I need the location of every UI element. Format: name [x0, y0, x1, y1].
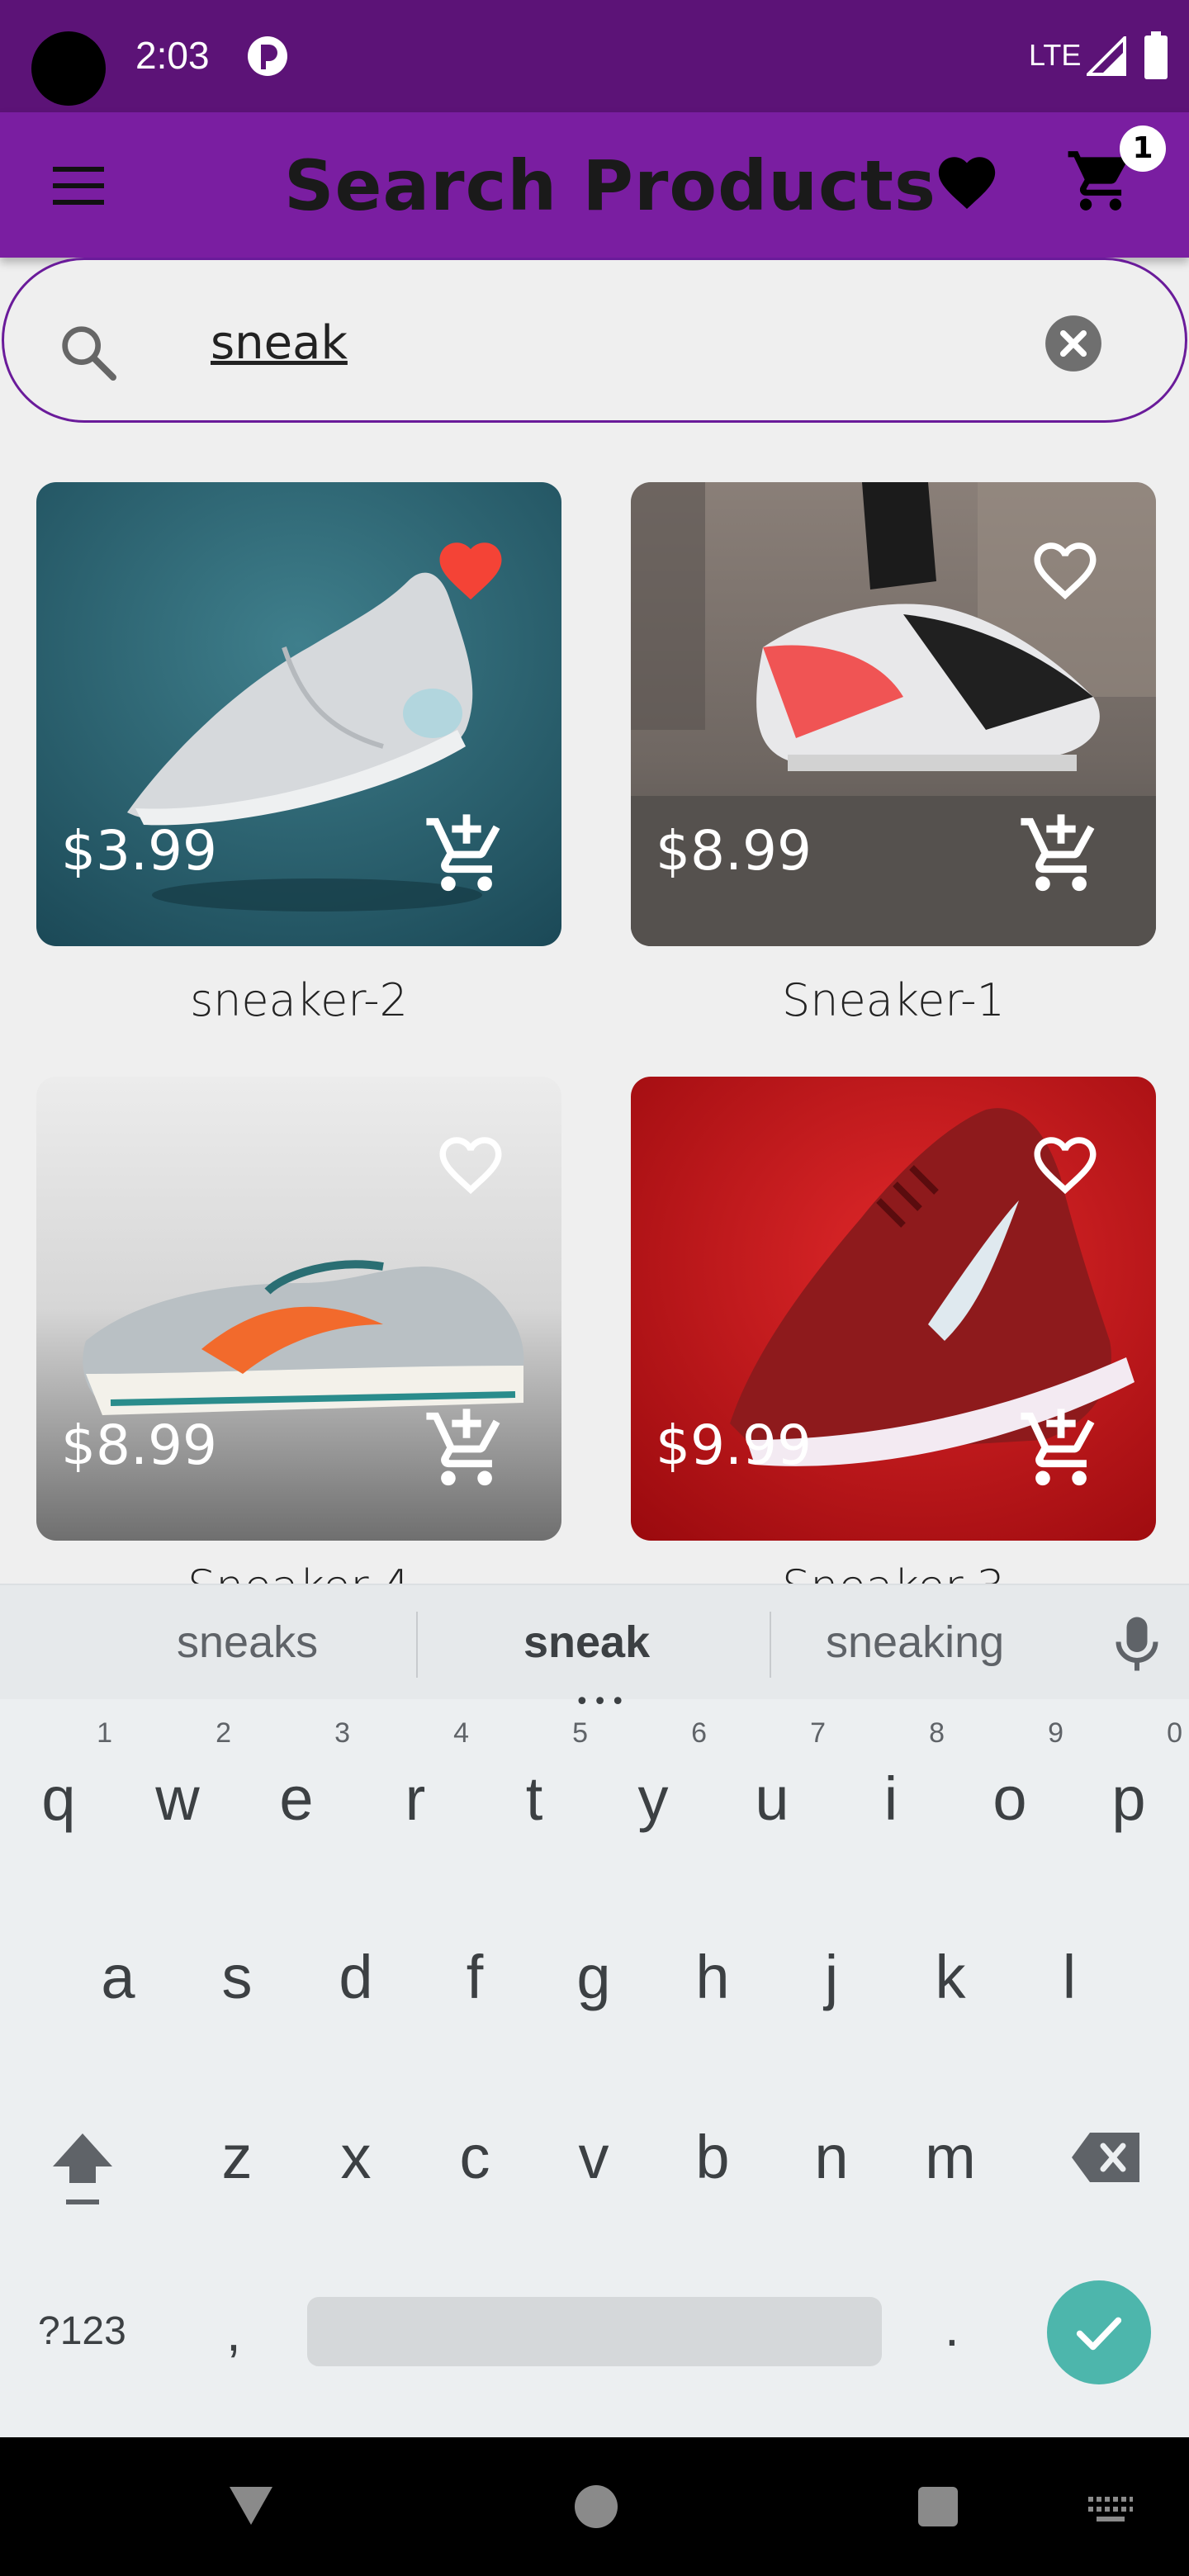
backspace-icon[interactable]: [1070, 2129, 1143, 2186]
key-n[interactable]: n: [786, 2122, 877, 2192]
key-c[interactable]: c: [429, 2122, 520, 2192]
key-o[interactable]: o9: [964, 1717, 1063, 1834]
product-price: $8.99: [656, 819, 812, 883]
key-k[interactable]: k: [905, 1942, 996, 2012]
clear-search-icon[interactable]: [1043, 313, 1104, 374]
add-to-cart-icon[interactable]: [1017, 811, 1105, 898]
add-to-cart-icon[interactable]: [1017, 1405, 1105, 1493]
suggestion-item-primary[interactable]: sneak: [523, 1617, 650, 1668]
key-v[interactable]: v: [548, 2122, 639, 2192]
key-m[interactable]: m: [905, 2122, 996, 2192]
favorite-heart-outline-icon[interactable]: [1026, 533, 1105, 608]
key-y[interactable]: y6: [608, 1717, 708, 1834]
cart-count-badge: 1: [1120, 125, 1166, 172]
navigation-bar: [0, 2437, 1189, 2576]
key-r[interactable]: r4: [370, 1717, 469, 1834]
key-q[interactable]: q1: [13, 1717, 112, 1834]
space-bar[interactable]: [307, 2297, 882, 2366]
favorite-heart-icon[interactable]: [431, 533, 510, 608]
product-price: $9.99: [656, 1413, 812, 1477]
period-key[interactable]: .: [945, 2297, 959, 2358]
key-g[interactable]: g: [548, 1942, 639, 2012]
product-price: $3.99: [61, 819, 217, 883]
product-name[interactable]: sneaker-2: [36, 974, 561, 1026]
microphone-icon[interactable]: [1111, 1615, 1163, 1673]
screen: 2:03 LTE Search Products 1 sneak $3.99 s…: [0, 0, 1189, 2576]
back-triangle-icon[interactable]: [226, 2482, 276, 2528]
key-b[interactable]: b: [667, 2122, 758, 2192]
battery-icon: [1144, 31, 1168, 79]
suggestion-item[interactable]: sneaking: [826, 1617, 1004, 1668]
key-e[interactable]: e3: [251, 1717, 350, 1834]
product-price: $8.99: [61, 1413, 217, 1477]
suggestion-divider: [770, 1612, 771, 1678]
product-card[interactable]: $8.99: [36, 1077, 561, 1541]
key-s[interactable]: s: [192, 1942, 282, 2012]
add-to-cart-icon[interactable]: [423, 1405, 510, 1493]
favorite-heart-outline-icon[interactable]: [1026, 1128, 1105, 1202]
product-card[interactable]: $9.99: [631, 1077, 1156, 1541]
home-circle-icon[interactable]: [573, 2484, 619, 2530]
add-to-cart-icon[interactable]: [423, 811, 510, 898]
menu-icon[interactable]: [48, 162, 114, 211]
key-w[interactable]: w2: [132, 1717, 231, 1834]
search-input[interactable]: [211, 310, 954, 376]
suggestion-item[interactable]: sneaks: [177, 1617, 318, 1668]
shift-icon[interactable]: [46, 2127, 119, 2209]
search-bar: [2, 258, 1187, 423]
key-d[interactable]: d: [310, 1942, 401, 2012]
search-icon: [62, 326, 116, 381]
page-title: Search Products: [284, 145, 936, 226]
soft-keyboard: sneaks sneak ••• sneaking q1 w2 e3 r4 t5…: [0, 1584, 1189, 2437]
checkmark-icon: [1076, 2317, 1122, 2351]
symbols-key[interactable]: ?123: [38, 2308, 126, 2354]
app-bar: Search Products: [0, 112, 1189, 258]
keyboard-switch-icon[interactable]: [1087, 2495, 1135, 2525]
key-j[interactable]: j: [786, 1942, 877, 2012]
key-x[interactable]: x: [310, 2122, 401, 2192]
suggestion-strip: sneaks sneak ••• sneaking: [0, 1585, 1189, 1717]
recents-square-icon[interactable]: [917, 2485, 959, 2528]
key-i[interactable]: i8: [846, 1717, 945, 1834]
key-l[interactable]: l: [1024, 1942, 1115, 2012]
favorites-heart-icon[interactable]: [933, 149, 1001, 216]
key-f[interactable]: f: [429, 1942, 520, 2012]
key-t[interactable]: t5: [489, 1717, 588, 1834]
status-bar: 2:03 LTE: [0, 0, 1189, 112]
more-suggestions-dots: •••: [575, 1688, 629, 1717]
key-u[interactable]: u7: [727, 1717, 826, 1834]
camera-cutout: [31, 31, 106, 106]
product-card[interactable]: $8.99: [631, 482, 1156, 946]
network-type: LTE: [1029, 38, 1082, 72]
enter-button[interactable]: [1047, 2280, 1151, 2384]
product-card[interactable]: $3.99: [36, 482, 561, 946]
app-notification-icon: [248, 36, 287, 76]
key-p[interactable]: p0: [1083, 1717, 1182, 1834]
suggestion-divider: [416, 1612, 418, 1678]
comma-key[interactable]: ,: [226, 2302, 241, 2363]
key-a[interactable]: a: [73, 1942, 163, 2012]
signal-icon: [1087, 36, 1126, 76]
status-time: 2:03: [135, 34, 210, 77]
product-name[interactable]: Sneaker-1: [631, 974, 1156, 1026]
key-z[interactable]: z: [192, 2122, 282, 2192]
key-h[interactable]: h: [667, 1942, 758, 2012]
favorite-heart-outline-icon[interactable]: [431, 1128, 510, 1202]
